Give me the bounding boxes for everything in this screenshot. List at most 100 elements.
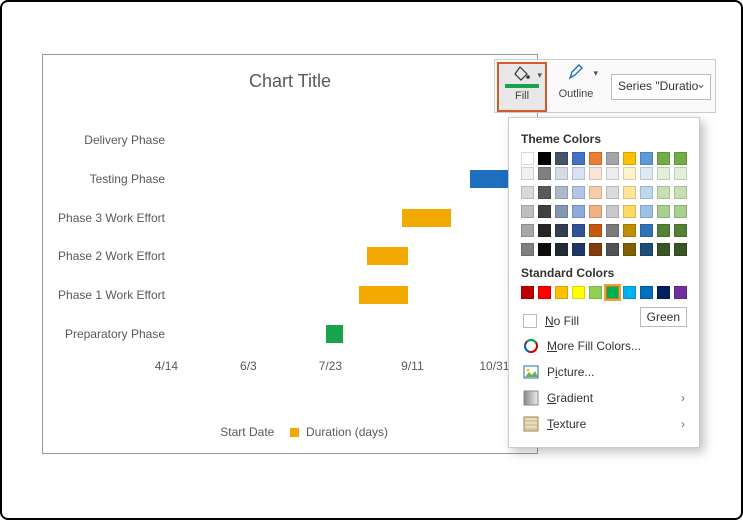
color-swatch[interactable]	[606, 243, 619, 256]
color-swatch[interactable]	[555, 205, 568, 218]
color-swatch[interactable]	[521, 186, 534, 199]
chevron-right-icon: ›	[681, 417, 685, 431]
no-fill-label: o Fill	[554, 314, 579, 328]
more-fill-colors-item[interactable]: More Fill Colors...	[521, 333, 687, 359]
color-swatch[interactable]	[606, 167, 619, 180]
texture-icon	[523, 416, 539, 432]
no-fill-item[interactable]: No Fill Green	[521, 309, 687, 333]
color-swatch[interactable]	[606, 224, 619, 237]
color-swatch[interactable]	[640, 167, 653, 180]
color-swatch[interactable]	[521, 152, 534, 165]
texture-fill-item[interactable]: Texture ›	[521, 411, 687, 437]
color-swatch[interactable]	[555, 152, 568, 165]
fill-button-label: Fill	[499, 90, 545, 102]
color-swatch[interactable]	[606, 205, 619, 218]
bar-phase2[interactable]	[367, 247, 408, 265]
chart-legend[interactable]: Start Date Duration (days)	[43, 425, 537, 439]
color-swatch[interactable]	[657, 243, 670, 256]
color-swatch[interactable]	[657, 205, 670, 218]
color-swatch[interactable]	[674, 186, 687, 199]
color-swatch[interactable]	[572, 186, 585, 199]
chevron-down-icon: ▾	[537, 70, 542, 81]
y-category-label: Testing Phase	[90, 172, 165, 186]
color-swatch[interactable]	[674, 286, 687, 299]
color-swatch[interactable]	[623, 243, 636, 256]
color-swatch[interactable]	[555, 243, 568, 256]
series-selector-value: Series "Duratio	[618, 79, 698, 93]
color-swatch[interactable]	[572, 152, 585, 165]
color-swatch[interactable]	[674, 205, 687, 218]
theme-colors-heading: Theme Colors	[521, 132, 687, 146]
color-swatch[interactable]	[623, 152, 636, 165]
legend-swatch-start	[204, 428, 213, 437]
color-swatch[interactable]	[538, 224, 551, 237]
color-swatch[interactable]	[572, 224, 585, 237]
color-swatch[interactable]	[657, 167, 670, 180]
color-swatch[interactable]	[657, 286, 670, 299]
color-swatch[interactable]	[640, 224, 653, 237]
color-swatch[interactable]	[572, 286, 585, 299]
color-wheel-icon	[523, 338, 539, 354]
color-swatch[interactable]	[640, 186, 653, 199]
picture-icon	[523, 364, 539, 380]
picture-label: P	[547, 365, 555, 379]
standard-colors-heading: Standard Colors	[521, 266, 687, 280]
color-swatch[interactable]	[538, 167, 551, 180]
color-swatch[interactable]	[572, 167, 585, 180]
color-swatch[interactable]	[538, 286, 551, 299]
color-swatch[interactable]	[572, 205, 585, 218]
color-swatch[interactable]	[589, 286, 602, 299]
color-swatch[interactable]	[521, 243, 534, 256]
color-swatch[interactable]	[623, 205, 636, 218]
color-swatch[interactable]	[555, 186, 568, 199]
color-swatch[interactable]	[640, 286, 653, 299]
color-swatch[interactable]	[640, 152, 653, 165]
mini-toolbar: Fill ▾ Outline ▾ Series "Duratio	[494, 59, 716, 113]
bar-phase3[interactable]	[402, 209, 451, 227]
color-swatch[interactable]	[538, 243, 551, 256]
color-swatch[interactable]	[538, 152, 551, 165]
color-swatch[interactable]	[657, 152, 670, 165]
gradient-fill-item[interactable]: Gradient ›	[521, 385, 687, 411]
color-swatch[interactable]	[674, 243, 687, 256]
fill-button[interactable]: Fill ▾	[497, 62, 547, 112]
color-swatch[interactable]	[606, 186, 619, 199]
color-swatch[interactable]	[555, 167, 568, 180]
color-swatch[interactable]	[589, 243, 602, 256]
picture-fill-item[interactable]: Picture...	[521, 359, 687, 385]
color-swatch[interactable]	[589, 205, 602, 218]
x-tick-label: 10/31	[479, 359, 509, 373]
color-swatch[interactable]	[521, 224, 534, 237]
color-swatch[interactable]	[657, 186, 670, 199]
color-swatch[interactable]	[589, 167, 602, 180]
bar-phase1[interactable]	[359, 286, 408, 304]
color-swatch[interactable]	[674, 224, 687, 237]
color-swatch[interactable]	[572, 243, 585, 256]
color-swatch[interactable]	[521, 286, 534, 299]
color-swatch[interactable]	[589, 186, 602, 199]
color-swatch[interactable]	[606, 286, 619, 299]
color-swatch[interactable]	[538, 186, 551, 199]
series-selector[interactable]: Series "Duratio	[611, 74, 711, 100]
color-swatch[interactable]	[521, 205, 534, 218]
color-swatch[interactable]	[623, 224, 636, 237]
color-swatch[interactable]	[623, 286, 636, 299]
color-swatch[interactable]	[640, 205, 653, 218]
color-swatch[interactable]	[674, 152, 687, 165]
color-swatch[interactable]	[623, 186, 636, 199]
chart-title[interactable]: Chart Title	[43, 55, 537, 102]
color-swatch[interactable]	[538, 205, 551, 218]
color-swatch[interactable]	[657, 224, 670, 237]
bar-preparatory[interactable]	[326, 325, 342, 343]
color-swatch[interactable]	[674, 167, 687, 180]
color-swatch[interactable]	[606, 152, 619, 165]
outline-button[interactable]: Outline ▾	[551, 62, 601, 112]
color-swatch[interactable]	[640, 243, 653, 256]
chart-container[interactable]: Chart Title Delivery Phase Testing Phase…	[42, 54, 538, 454]
color-swatch[interactable]	[555, 224, 568, 237]
color-swatch[interactable]	[589, 224, 602, 237]
color-swatch[interactable]	[555, 286, 568, 299]
color-swatch[interactable]	[521, 167, 534, 180]
color-swatch[interactable]	[589, 152, 602, 165]
color-swatch[interactable]	[623, 167, 636, 180]
